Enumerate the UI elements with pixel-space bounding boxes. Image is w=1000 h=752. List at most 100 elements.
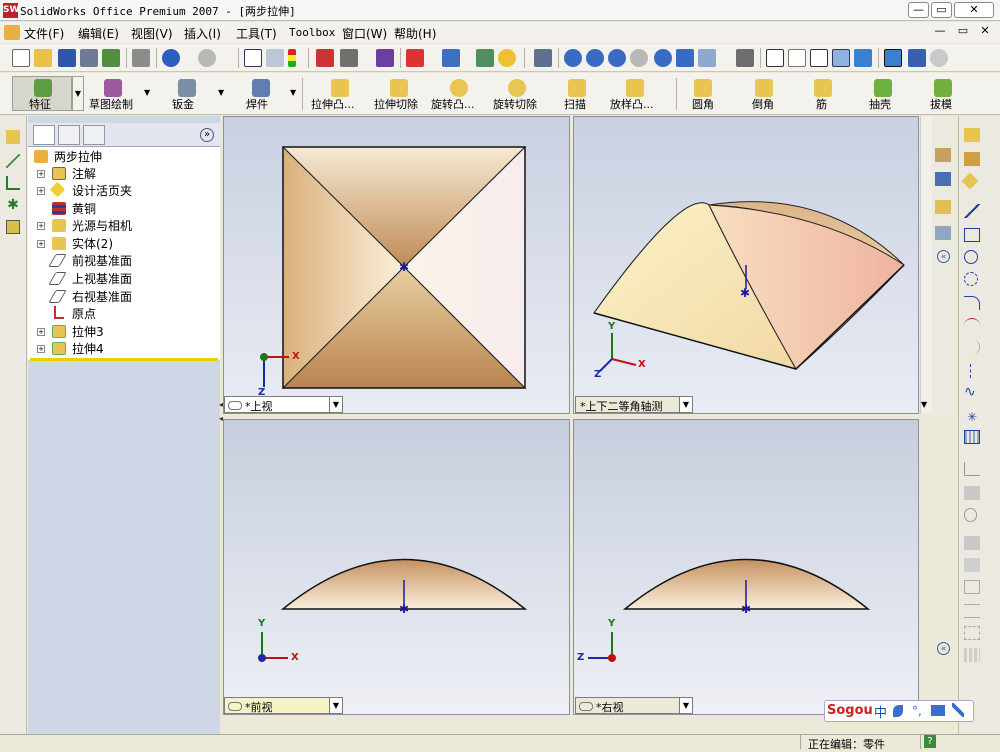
viewport-top-label[interactable]: *上视 ▼ (224, 396, 343, 413)
shaded-with-edges-icon[interactable] (832, 49, 850, 67)
ime-mode-toggle[interactable]: 中 (874, 702, 887, 721)
sogou-logo[interactable]: Sogou (827, 703, 873, 718)
collapse-strip-icon[interactable]: « (937, 642, 950, 655)
extruded-cut-button[interactable]: 拉伸切除 (374, 96, 418, 112)
expand-task-pane-icon[interactable]: « (937, 250, 950, 263)
centerpoint-arc-icon[interactable] (964, 296, 980, 310)
centerline-icon[interactable] (970, 364, 972, 378)
features-dropdown-arrow[interactable]: ▼ (72, 76, 84, 111)
wireframe-icon[interactable] (766, 49, 784, 67)
tab-weldments[interactable]: 焊件 (246, 96, 268, 112)
menu-insert[interactable]: 插入(I) (184, 25, 221, 42)
weldments-dropdown-arrow[interactable]: ▼ (290, 88, 296, 97)
sketch-icon[interactable] (964, 128, 980, 142)
expand-icon[interactable]: + (37, 240, 45, 248)
expand-icon[interactable]: + (37, 345, 45, 353)
reference-geometry-icon[interactable] (534, 49, 552, 67)
save-icon[interactable] (58, 49, 76, 67)
viewport-right-label[interactable]: *右视 ▼ (575, 697, 693, 714)
sketch-dropdown-arrow[interactable]: ▼ (144, 88, 150, 97)
doc-minimize-button[interactable]: — (931, 24, 949, 38)
property-manager-tab[interactable] (58, 125, 80, 145)
help-icon[interactable] (498, 49, 516, 67)
viewport-scrollbar[interactable] (920, 116, 932, 414)
link-views-icon[interactable] (228, 702, 242, 711)
tab-sheet-metal[interactable]: 钣金 (172, 96, 194, 112)
close-button[interactable]: ✕ (954, 2, 994, 18)
doc-close-button[interactable]: ✕ (976, 24, 994, 38)
revolved-cut-button[interactable]: 旋转切除 (493, 96, 537, 112)
solidworks-app-icon[interactable]: SW (3, 3, 19, 18)
file-explorer-icon[interactable] (935, 200, 951, 214)
photoworks-icon[interactable] (930, 49, 948, 67)
view-palette-icon[interactable] (935, 226, 951, 240)
3d-sketch-icon[interactable] (964, 152, 980, 166)
viewport-dropdown-arrow[interactable]: ▼ (329, 397, 342, 412)
revolved-boss-button[interactable]: 旋转凸... (431, 96, 475, 112)
viewport-iso-label[interactable]: *上下二等角轴测 ▼ (575, 396, 693, 413)
move-entities-icon[interactable] (964, 648, 980, 662)
sketch-fillet-icon[interactable] (964, 508, 977, 522)
3-point-arc-icon[interactable] (964, 340, 980, 354)
linear-pattern-icon[interactable] (964, 626, 980, 640)
expand-icon[interactable]: + (37, 170, 45, 178)
shadows-icon[interactable] (884, 49, 902, 67)
line-icon[interactable] (964, 204, 980, 218)
viewport-front[interactable]: ✱ Y X (223, 419, 570, 715)
toolbox-icon[interactable] (376, 49, 394, 67)
circle-icon[interactable] (964, 250, 978, 264)
feature-tree-tab[interactable] (33, 125, 55, 145)
select-arrow-icon[interactable] (244, 49, 262, 67)
hidden-lines-visible-icon[interactable] (788, 49, 806, 67)
add-relation-icon[interactable] (964, 462, 980, 476)
zoom-to-area-icon[interactable] (586, 49, 604, 67)
rebuild-traffic-light-icon[interactable] (288, 49, 296, 67)
rib-button[interactable]: 筋 (816, 96, 827, 112)
realview-icon[interactable] (908, 49, 926, 67)
shell-button[interactable]: 抽壳 (869, 96, 891, 112)
menu-edit[interactable]: 编辑(E) (78, 25, 119, 42)
point-icon[interactable]: ✱ (6, 198, 20, 212)
make-drawing-icon[interactable] (80, 49, 98, 67)
menu-view[interactable]: 视图(V) (131, 25, 173, 42)
loft-button[interactable]: 放样凸... (610, 96, 654, 112)
chamfer-button[interactable]: 倒角 (752, 96, 774, 112)
document-menu-icon[interactable] (4, 25, 20, 40)
axis-icon[interactable] (6, 176, 20, 190)
perimeter-circle-icon[interactable] (964, 272, 978, 286)
configuration-manager-tab[interactable] (83, 125, 105, 145)
new-document-icon[interactable] (12, 49, 30, 67)
draft-button[interactable]: 拔模 (930, 96, 952, 112)
window-layout-icon[interactable] (442, 49, 460, 67)
viewport-front-label[interactable]: *前视 ▼ (224, 697, 343, 714)
menu-help[interactable]: 帮助(H) (394, 25, 436, 42)
viewport-dropdown-arrow[interactable]: ▼ (679, 397, 692, 412)
rectangle-icon[interactable] (964, 228, 980, 242)
tab-sketch[interactable]: 草图绘制 (89, 96, 133, 112)
viewport-dropdown-arrow[interactable]: ▼ (679, 698, 692, 713)
spline-icon[interactable]: ∿ (964, 385, 980, 400)
sheet-metal-dropdown-arrow[interactable]: ▼ (218, 88, 224, 97)
design-library-icon[interactable] (935, 172, 951, 186)
line-icon[interactable] (6, 154, 20, 168)
mirror-entities-icon[interactable] (964, 604, 980, 618)
restore-button[interactable]: ▭ (931, 2, 952, 18)
menu-tools[interactable]: 工具(T) (236, 25, 277, 42)
punctuation-icon[interactable]: °, (912, 704, 922, 718)
trim-entities-icon[interactable] (964, 580, 980, 594)
expand-icon[interactable]: + (37, 222, 45, 230)
solidworks-resources-icon[interactable] (406, 49, 424, 67)
print-icon[interactable] (132, 49, 150, 67)
select-other-icon[interactable] (266, 49, 284, 67)
collapse-panel-icon[interactable]: » (200, 128, 214, 142)
fillet-button[interactable]: 圆角 (692, 96, 714, 112)
zoom-to-fit-icon[interactable] (564, 49, 582, 67)
rollback-bar[interactable] (30, 358, 218, 361)
viewport-dropdown-arrow[interactable]: ▼ (329, 698, 342, 713)
extruded-boss-button[interactable]: 拉伸凸... (311, 96, 355, 112)
menu-window[interactable]: 窗口(W) (342, 25, 387, 42)
display-relations-icon[interactable] (964, 486, 980, 500)
zoom-in-out-icon[interactable] (608, 49, 626, 67)
redo-icon[interactable] (198, 49, 216, 67)
hidden-lines-removed-icon[interactable] (810, 49, 828, 67)
